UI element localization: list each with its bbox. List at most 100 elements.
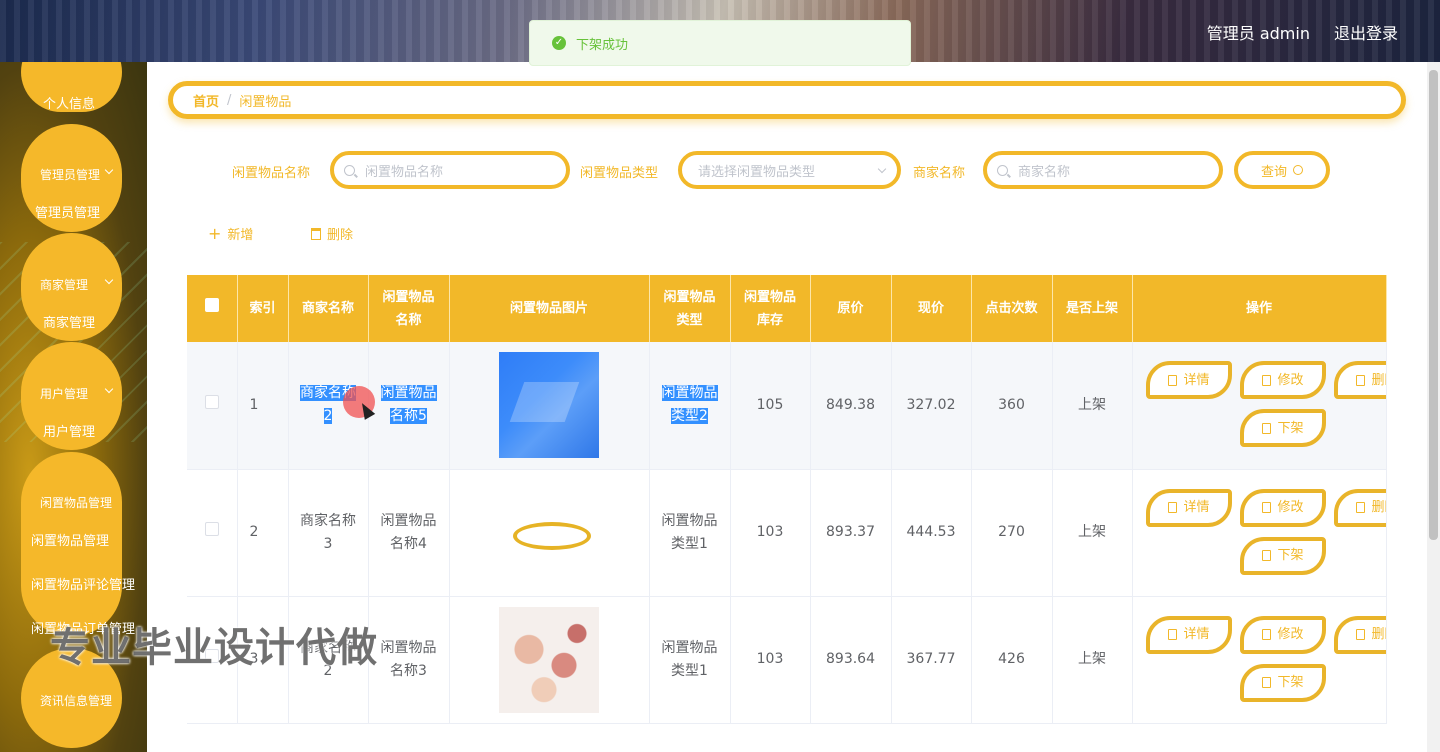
select-all-cell[interactable] [187, 275, 238, 342]
actions-cell: 详情 修改 删除 下架 [1132, 342, 1387, 470]
row-actions: 详情 修改 删除 下架 [1134, 615, 1385, 705]
index-cell: 1 [237, 342, 289, 470]
offshelf-label: 下架 [1277, 420, 1304, 436]
sidebar-group-label: 管理员管理 [40, 168, 101, 182]
current-price-cell: 327.02 [891, 342, 972, 470]
scrollbar-thumb[interactable] [1429, 70, 1438, 540]
actions-cell: 详情 修改 删除 下架 [1132, 469, 1387, 597]
document-icon [1168, 629, 1178, 640]
column-header: 闲置物品图片 [449, 275, 650, 342]
delete-button[interactable]: 删除 [1334, 361, 1385, 400]
item-type-cell: 闲置物品类型2 [649, 342, 731, 470]
add-button[interactable]: + 新增 [208, 224, 253, 243]
detail-label: 详情 [1183, 500, 1210, 515]
edit-label: 修改 [1277, 500, 1304, 515]
item-name-cell: 闲置物品名称5 [368, 342, 450, 470]
search-icon [1293, 165, 1303, 175]
breadcrumb-separator: / [227, 92, 232, 108]
delete-button-label: 删除 [327, 228, 354, 243]
item-image[interactable] [499, 352, 599, 459]
edit-button[interactable]: 修改 [1240, 361, 1326, 400]
sidebar-group-label: 资讯信息管理 [40, 694, 113, 708]
column-header: 闲置物品名称 [368, 275, 450, 342]
sidebar-sub-merchant[interactable]: 商家管理 [43, 312, 95, 331]
sidebar-sub-idle-comments[interactable]: 闲置物品评论管理 [31, 574, 135, 593]
detail-button[interactable]: 详情 [1146, 361, 1232, 400]
row-checkbox-cell[interactable] [187, 342, 238, 470]
item-name-placeholder: 闲置物品名称 [365, 164, 444, 180]
merchant-name-label: 商家名称 [913, 166, 966, 181]
select-all-checkbox[interactable] [204, 298, 219, 312]
row-actions: 详情 修改 删除 下架 [1134, 488, 1385, 578]
clicks-cell: 270 [971, 469, 1053, 597]
item-type-select[interactable]: 请选择闲置物品类型 [678, 151, 901, 189]
actions-cell: 详情 修改 删除 下架 [1132, 596, 1387, 724]
breadcrumb-home[interactable]: 首页 [193, 91, 219, 110]
document-icon [1262, 550, 1272, 561]
detail-button[interactable]: 详情 [1146, 488, 1232, 527]
column-header: 是否上架 [1052, 275, 1133, 342]
search-icon [344, 164, 355, 176]
sidebar-item-label: 个人信息 [43, 97, 96, 112]
sidebar-sub-idle-items[interactable]: 闲置物品管理 [31, 530, 109, 549]
item-type-placeholder: 请选择闲置物品类型 [698, 164, 816, 180]
merchant-name-placeholder: 商家名称 [1018, 164, 1071, 180]
column-header: 现价 [891, 275, 972, 342]
delete-button[interactable]: 删除 [1334, 615, 1385, 654]
table-row: 2 商家名称3 闲置物品名称4 闲置物品类型1 103 893.37 444.5… [187, 469, 1387, 597]
index-cell: 2 [237, 469, 289, 597]
document-icon [1168, 374, 1178, 386]
merchant-name-input[interactable]: 商家名称 [983, 151, 1223, 189]
item-name-value: 闲置物品名称5 [380, 385, 437, 425]
row-actions: 详情 修改 删除 下架 [1134, 360, 1385, 450]
offshelf-label: 下架 [1277, 548, 1304, 563]
batch-delete-button[interactable]: 删除 [311, 224, 353, 243]
breadcrumb-current: 闲置物品 [239, 94, 292, 110]
document-icon [1262, 422, 1272, 434]
offshelf-button[interactable]: 下架 [1240, 409, 1326, 448]
edit-icon [1262, 629, 1272, 640]
offshelf-button[interactable]: 下架 [1240, 536, 1326, 575]
watermark-text: 专业毕业设计代做 [50, 625, 378, 671]
sidebar-sub-user[interactable]: 用户管理 [43, 421, 95, 440]
column-header: 闲置物品类型 [649, 275, 731, 342]
chevron-down-icon [877, 164, 887, 174]
breadcrumb: 首页 / 闲置物品 [168, 81, 1406, 119]
toast-message: 下架成功 [576, 37, 629, 53]
item-image-cell [449, 596, 650, 724]
offshelf-label: 下架 [1277, 675, 1304, 690]
delete-label: 删除 [1371, 372, 1385, 388]
on-shelf-cell: 上架 [1052, 596, 1133, 724]
success-toast: ✓ 下架成功 [529, 20, 911, 66]
edit-button[interactable]: 修改 [1240, 615, 1326, 654]
edit-button[interactable]: 修改 [1240, 488, 1326, 527]
offshelf-button[interactable]: 下架 [1240, 663, 1326, 702]
column-header: 点击次数 [971, 275, 1053, 342]
edit-label: 修改 [1277, 627, 1304, 642]
row-checkbox[interactable] [204, 522, 219, 536]
original-price-cell: 893.64 [810, 596, 892, 724]
on-shelf-cell: 上架 [1052, 469, 1133, 597]
item-name-cell: 闲置物品名称3 [368, 596, 450, 724]
row-checkbox[interactable] [204, 394, 219, 409]
item-image[interactable] [499, 480, 599, 586]
logout-button[interactable]: 退出登录 [1334, 20, 1398, 44]
original-price-cell: 849.38 [810, 342, 892, 470]
item-image[interactable] [499, 606, 599, 713]
item-name-cell: 闲置物品名称4 [368, 469, 450, 597]
detail-button[interactable]: 详情 [1146, 615, 1232, 654]
item-image-cell [449, 469, 650, 597]
item-name-input[interactable]: 闲置物品名称 [330, 151, 570, 189]
item-type-label: 闲置物品类型 [580, 166, 659, 181]
query-button[interactable]: 查询 [1234, 151, 1330, 189]
table-header-row: 索引 商家名称 闲置物品名称 闲置物品图片 闲置物品类型 闲置物品库存 原价 现… [187, 275, 1387, 342]
original-price-cell: 893.37 [810, 469, 892, 597]
row-checkbox-cell[interactable] [187, 469, 238, 597]
current-user-label: 管理员 admin [1206, 24, 1310, 43]
sidebar-group-label: 商家管理 [40, 278, 89, 292]
column-header: 原价 [810, 275, 892, 342]
add-button-label: 新增 [227, 228, 254, 243]
sidebar-sub-admin[interactable]: 管理员管理 [35, 202, 100, 221]
edit-icon [1262, 502, 1272, 513]
delete-button[interactable]: 删除 [1334, 488, 1385, 527]
